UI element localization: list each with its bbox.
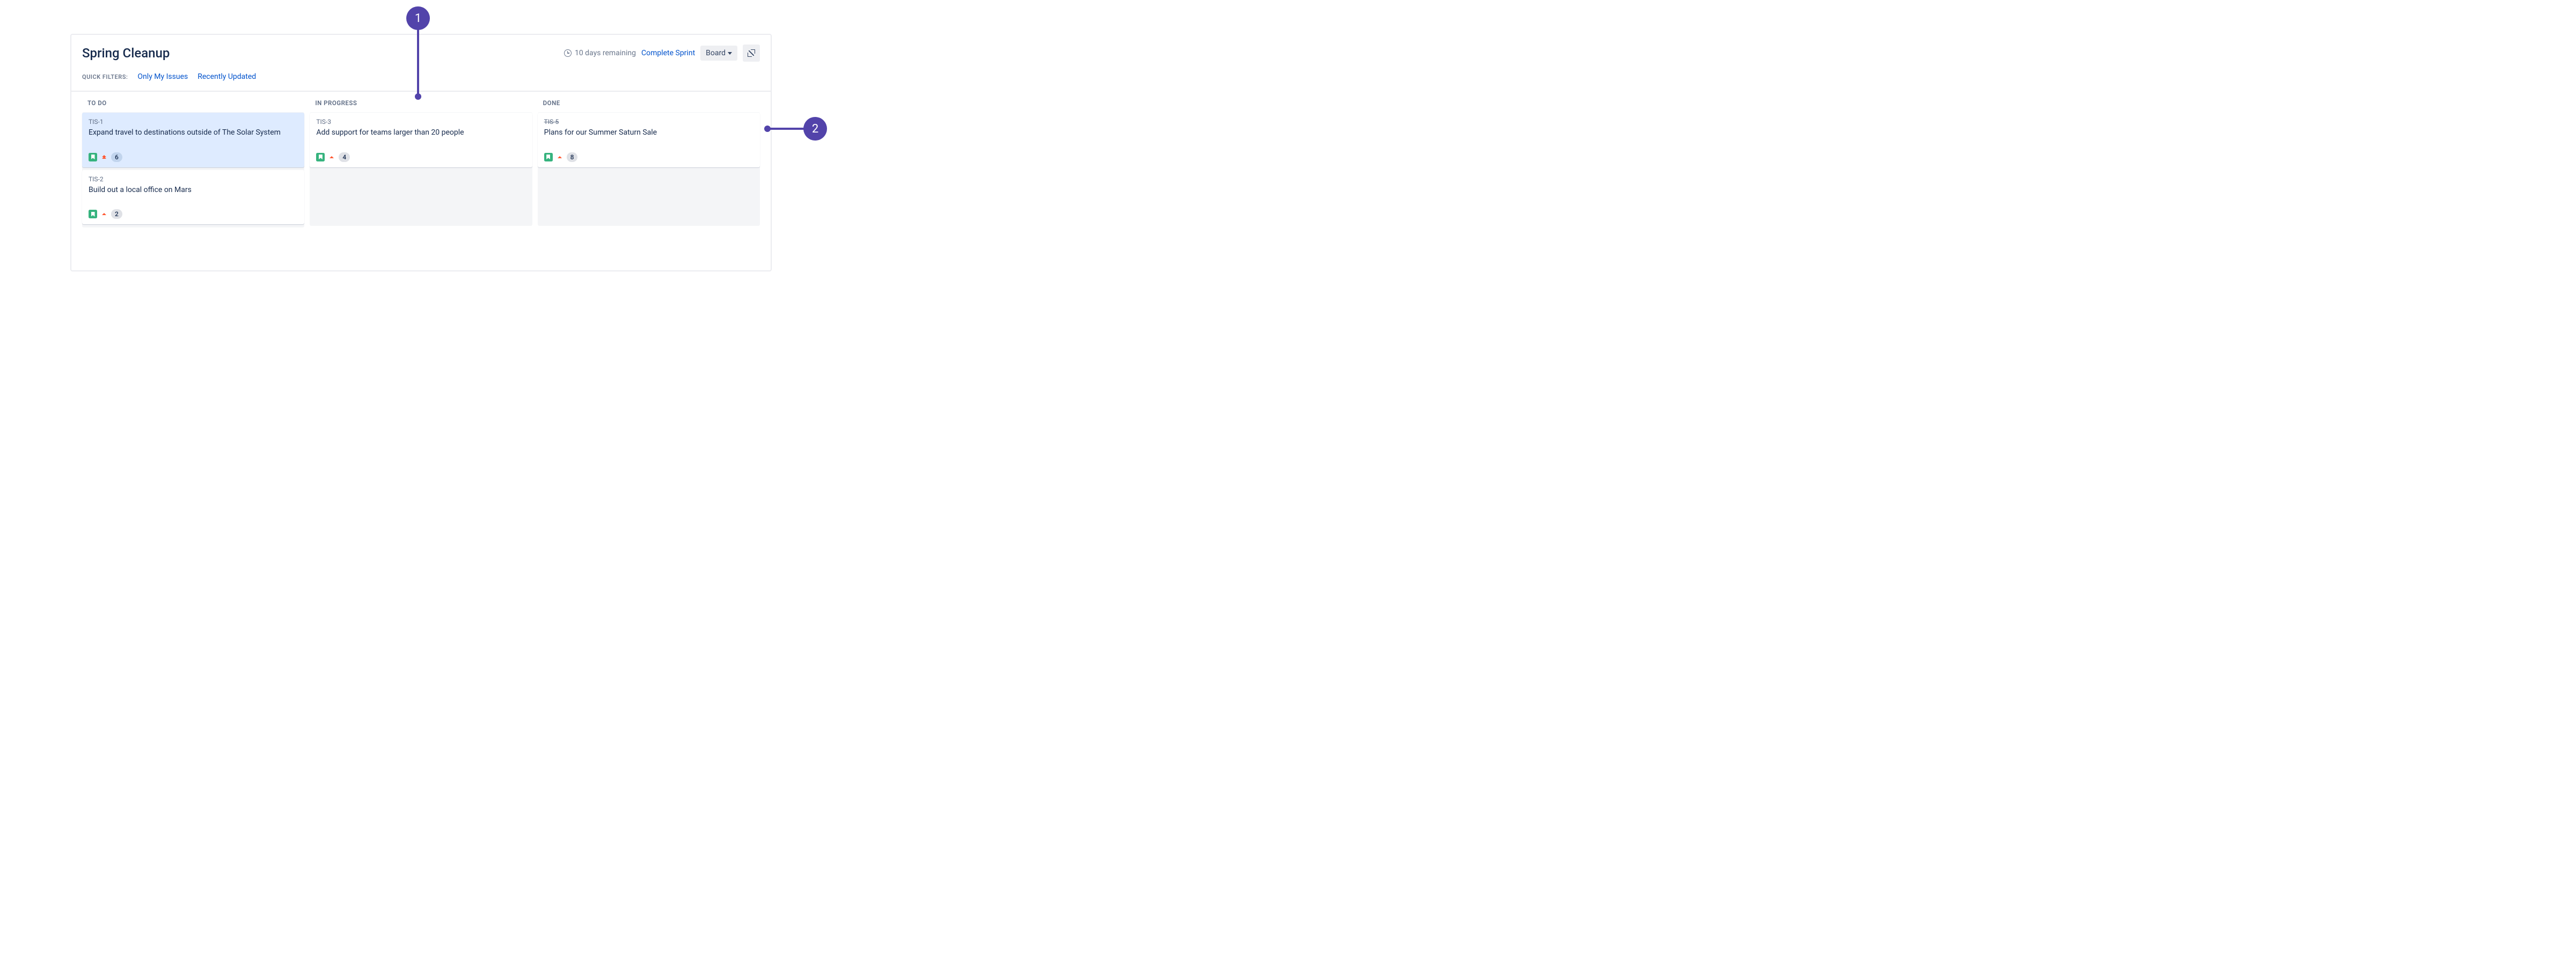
header-actions: 10 days remaining Complete Sprint Board	[564, 45, 760, 62]
card-footer: 6	[89, 152, 298, 162]
fullscreen-button[interactable]	[743, 45, 760, 62]
priority-high-icon	[100, 210, 108, 218]
column-header: TO DO	[82, 92, 304, 112]
story-icon	[89, 210, 97, 218]
filter-only-my-issues[interactable]: Only My Issues	[137, 72, 188, 81]
filter-recently-updated[interactable]: Recently Updated	[197, 72, 256, 81]
board-title: Spring Cleanup	[82, 46, 170, 61]
issue-key: TIS-3	[316, 118, 525, 126]
card-footer: 8	[544, 152, 753, 162]
issue-key: TIS-2	[89, 175, 298, 183]
board-view-dropdown[interactable]: Board	[700, 46, 737, 61]
issue-card[interactable]: TIS-3 Add support for teams larger than …	[310, 113, 532, 167]
column-body[interactable]: TIS-3 Add support for teams larger than …	[310, 112, 532, 226]
estimate-badge: 4	[339, 152, 350, 162]
column-body[interactable]: TIS-1 Expand travel to destinations outs…	[82, 112, 304, 227]
priority-high-icon	[556, 153, 564, 161]
column-body[interactable]: TIS-5 Plans for our Summer Saturn Sale 8	[538, 112, 760, 226]
board-view-label: Board	[706, 49, 726, 57]
clock-icon	[564, 49, 572, 57]
story-icon	[316, 153, 325, 161]
issue-key: TIS-5	[544, 118, 753, 126]
board-frame: Spring Cleanup 10 days remaining Complet…	[70, 34, 772, 271]
estimate-badge: 2	[111, 209, 122, 219]
column-header: DONE	[538, 92, 760, 112]
annotation-callout-2: 2	[803, 117, 827, 141]
issue-title: Expand travel to destinations outside of…	[89, 128, 298, 138]
issue-title: Plans for our Summer Saturn Sale	[544, 128, 753, 138]
issue-title: Build out a local office on Mars	[89, 185, 298, 196]
issue-card[interactable]: TIS-2 Build out a local office on Mars 2	[82, 170, 304, 225]
story-icon	[544, 153, 553, 161]
story-icon	[89, 153, 97, 161]
annotation-callout-2-number: 2	[812, 122, 818, 136]
issue-key: TIS-1	[89, 118, 298, 126]
annotation-dot-2	[764, 126, 771, 132]
priority-highest-icon	[100, 153, 108, 161]
columns-area: TO DO TIS-1 Expand travel to destination…	[71, 91, 771, 238]
board-header: Spring Cleanup 10 days remaining Complet…	[71, 35, 771, 81]
annotation-callout-1: 1	[406, 6, 430, 30]
estimate-badge: 8	[567, 152, 578, 162]
annotation-dot-1	[415, 93, 421, 100]
header-row: Spring Cleanup 10 days remaining Complet…	[82, 45, 760, 62]
issue-card[interactable]: TIS-1 Expand travel to destinations outs…	[82, 113, 304, 167]
issue-card[interactable]: TIS-5 Plans for our Summer Saturn Sale 8	[538, 113, 760, 167]
complete-sprint-link[interactable]: Complete Sprint	[641, 49, 695, 57]
annotation-line-2	[767, 128, 805, 130]
card-footer: 2	[89, 209, 298, 219]
column-todo: TO DO TIS-1 Expand travel to destination…	[82, 92, 304, 227]
priority-high-icon	[328, 153, 335, 161]
column-done: DONE TIS-5 Plans for our Summer Saturn S…	[538, 92, 760, 227]
annotation-callout-1-number: 1	[415, 12, 421, 25]
issue-title: Add support for teams larger than 20 peo…	[316, 128, 525, 138]
chevron-down-icon	[728, 52, 732, 55]
quick-filters-label: QUICK FILTERS:	[82, 73, 128, 80]
annotation-line-1	[417, 29, 419, 98]
time-remaining: 10 days remaining	[564, 49, 636, 57]
card-footer: 4	[316, 152, 525, 162]
expand-icon	[748, 49, 755, 57]
time-remaining-text: 10 days remaining	[575, 49, 636, 57]
quick-filters-row: QUICK FILTERS: Only My Issues Recently U…	[82, 72, 760, 81]
estimate-badge: 6	[111, 152, 122, 162]
column-in-progress: IN PROGRESS TIS-3 Add support for teams …	[310, 92, 532, 227]
